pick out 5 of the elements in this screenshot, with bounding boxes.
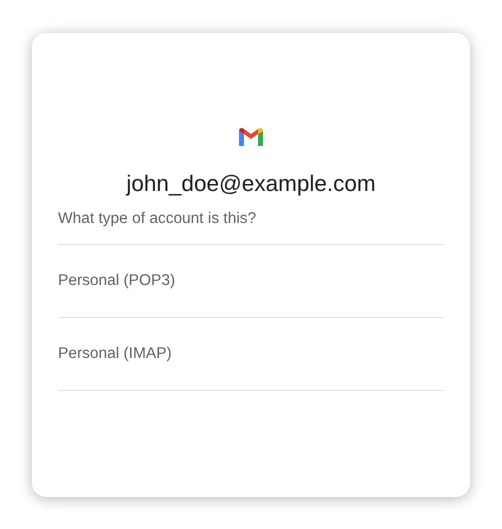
account-type-option[interactable]: Personal (IMAP): [58, 318, 444, 391]
question-text: What type of account is this?: [58, 209, 258, 229]
account-type-option[interactable]: Personal (POP3): [58, 245, 444, 318]
logo-icon: [239, 128, 263, 146]
account-email: john_doe@example.com: [126, 170, 376, 198]
